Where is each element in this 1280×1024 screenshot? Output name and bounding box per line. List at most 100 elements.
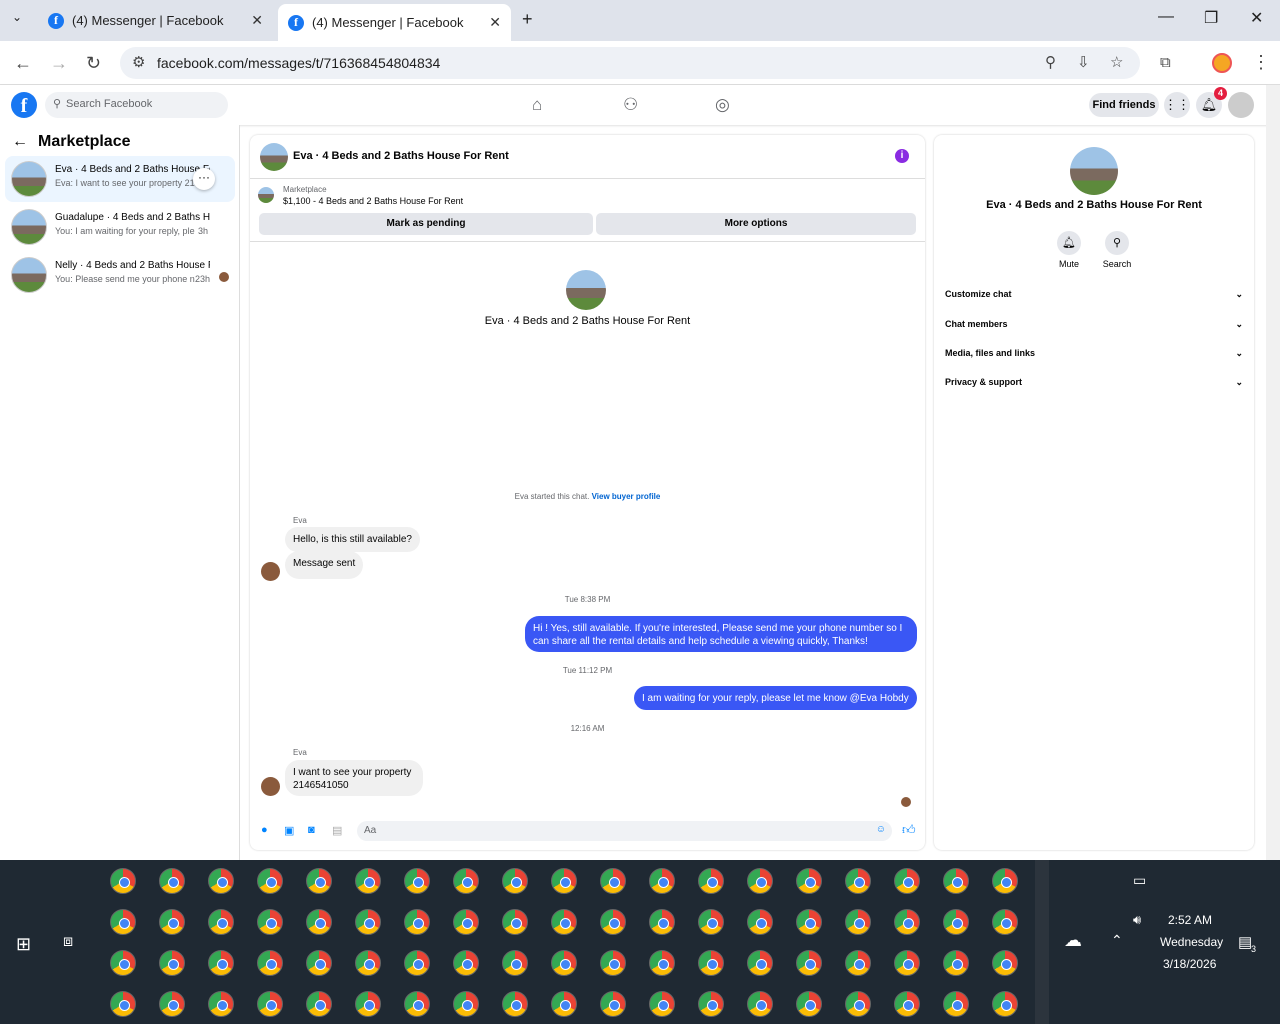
search-chat-button[interactable]: ⚲ Search xyxy=(1092,231,1142,269)
taskbar-app-icon[interactable] xyxy=(257,950,283,976)
taskbar-app-icon[interactable] xyxy=(551,868,577,894)
taskbar-app-icon[interactable] xyxy=(992,909,1018,935)
new-tab-icon[interactable]: + xyxy=(522,9,533,30)
media-files-section[interactable]: Media, files and links ⌄ xyxy=(945,348,1243,358)
taskbar-app-icon[interactable] xyxy=(453,991,479,1017)
taskbar-app-icon[interactable] xyxy=(404,991,430,1017)
windows-start-icon[interactable]: ⊞ xyxy=(16,934,31,955)
home-icon[interactable]: ⌂ xyxy=(532,95,542,115)
message-bubble[interactable]: Hi ! Yes, still available. If you're int… xyxy=(525,616,917,652)
message-bubble[interactable]: Message sent xyxy=(285,551,364,579)
taskbar-app-icon[interactable] xyxy=(355,991,381,1017)
taskbar-app-icon[interactable] xyxy=(453,950,479,976)
taskbar-app-icon[interactable] xyxy=(600,991,626,1017)
close-tab-icon[interactable]: ✕ xyxy=(251,12,263,29)
taskbar-app-icon[interactable] xyxy=(404,950,430,976)
restore-icon[interactable]: ❐ xyxy=(1204,8,1218,28)
conversation-item[interactable]: Guadalupe · 4 Beds and 2 Baths House For… xyxy=(5,204,235,250)
taskbar-app-icon[interactable] xyxy=(551,991,577,1017)
forward-icon[interactable]: → xyxy=(50,53,68,74)
conversation-item[interactable]: Nelly · 4 Beds and 2 Baths House For Ren… xyxy=(5,252,235,298)
taskbar-app-icon[interactable] xyxy=(600,868,626,894)
taskbar-app-icon[interactable] xyxy=(796,950,822,976)
conversation-item[interactable]: Eva · 4 Beds and 2 Baths House For Rent … xyxy=(5,156,235,202)
volume-icon[interactable]: 🔊︎ xyxy=(1133,912,1141,928)
taskbar-app-icon[interactable] xyxy=(502,950,528,976)
taskbar-app-icon[interactable] xyxy=(404,909,430,935)
find-friends-button[interactable]: Find friends xyxy=(1089,93,1159,117)
taskbar-app-icon[interactable] xyxy=(159,991,185,1017)
taskbar-app-icon[interactable] xyxy=(698,868,724,894)
taskbar-app-icon[interactable] xyxy=(502,991,528,1017)
taskbar-app-icon[interactable] xyxy=(159,868,185,894)
message-bubble[interactable]: Hello, is this still available? xyxy=(285,527,420,552)
desktop-icon[interactable]: ▭ xyxy=(1133,872,1146,889)
taskbar-app-icon[interactable] xyxy=(649,950,675,976)
taskbar-app-icon[interactable] xyxy=(551,950,577,976)
sticker-icon[interactable]: ◙ xyxy=(308,824,315,836)
taskbar-app-icon[interactable] xyxy=(796,991,822,1017)
browser-tab-1[interactable]: f (4) Messenger | Facebook ✕ xyxy=(38,6,273,35)
tab-search-icon[interactable]: ⌄ xyxy=(12,10,22,24)
info-icon[interactable]: i xyxy=(895,149,909,163)
taskbar-app-icon[interactable] xyxy=(208,909,234,935)
clock-date[interactable]: 3/18/2026 xyxy=(1163,957,1216,971)
taskbar-app-icon[interactable] xyxy=(110,868,136,894)
taskbar-app-icon[interactable] xyxy=(600,909,626,935)
account-avatar[interactable] xyxy=(1228,92,1254,118)
bookmark-star-icon[interactable]: ☆ xyxy=(1110,53,1123,71)
taskbar-app-icon[interactable] xyxy=(698,950,724,976)
groups-icon[interactable]: ◎ xyxy=(715,95,730,115)
taskbar-app-icon[interactable] xyxy=(453,909,479,935)
taskbar-app-icon[interactable] xyxy=(355,868,381,894)
taskbar-app-icon[interactable] xyxy=(306,950,332,976)
zoom-icon[interactable]: ⚲ xyxy=(1045,53,1056,71)
taskbar-app-icon[interactable] xyxy=(894,950,920,976)
browser-tab-2[interactable]: f (4) Messenger | Facebook ✕ xyxy=(278,4,511,41)
taskbar-app-icon[interactable] xyxy=(796,909,822,935)
page-scrollbar[interactable] xyxy=(1266,85,1280,860)
menu-dots-icon[interactable]: ⋮ xyxy=(1252,52,1270,73)
taskbar-app-icon[interactable] xyxy=(943,909,969,935)
message-bubble[interactable]: I want to see your property 2146541050 xyxy=(285,760,423,796)
taskbar-app-icon[interactable] xyxy=(649,991,675,1017)
install-icon[interactable]: ⇩ xyxy=(1077,53,1090,71)
search-input[interactable]: ⚲ Search Facebook xyxy=(45,92,228,118)
taskbar-app-icon[interactable] xyxy=(306,909,332,935)
taskbar-app-icon[interactable] xyxy=(894,991,920,1017)
taskbar-app-icon[interactable] xyxy=(992,868,1018,894)
taskbar-app-icon[interactable] xyxy=(257,909,283,935)
taskbar-app-icon[interactable] xyxy=(551,909,577,935)
photo-icon[interactable]: ▣ xyxy=(284,824,294,837)
site-info-icon[interactable]: ⚙ xyxy=(132,53,145,71)
taskbar-scrollbar[interactable] xyxy=(1035,860,1049,1024)
weather-icon[interactable]: ☁ xyxy=(1064,930,1082,951)
taskbar-app-icon[interactable] xyxy=(747,868,773,894)
taskbar-app-icon[interactable] xyxy=(306,868,332,894)
gif-icon[interactable]: ▤ xyxy=(332,824,342,837)
profile-icon[interactable] xyxy=(1212,53,1232,73)
taskbar-app-icon[interactable] xyxy=(845,868,871,894)
taskbar-app-icon[interactable] xyxy=(698,909,724,935)
taskbar-app-icon[interactable] xyxy=(943,991,969,1017)
mark-pending-button[interactable]: Mark as pending xyxy=(259,213,593,235)
taskbar-app-icon[interactable] xyxy=(845,991,871,1017)
taskbar-app-icon[interactable] xyxy=(257,868,283,894)
taskbar-app-icon[interactable] xyxy=(943,868,969,894)
taskbar-app-icon[interactable] xyxy=(453,868,479,894)
like-icon[interactable]: 👍︎ xyxy=(902,822,916,838)
taskbar-app-icon[interactable] xyxy=(355,950,381,976)
taskbar-app-icon[interactable] xyxy=(747,909,773,935)
taskbar-app-icon[interactable] xyxy=(306,991,332,1017)
customize-chat-section[interactable]: Customize chat ⌄ xyxy=(945,289,1243,299)
emoji-icon[interactable]: ☺ xyxy=(876,824,886,835)
task-view-icon[interactable]: ⧈ xyxy=(63,933,73,951)
friends-icon[interactable]: ⚇ xyxy=(623,95,638,115)
taskbar-app-icon[interactable] xyxy=(992,950,1018,976)
clock-time[interactable]: 2:52 AM xyxy=(1168,913,1212,927)
taskbar-app-icon[interactable] xyxy=(943,950,969,976)
taskbar-app-icon[interactable] xyxy=(355,909,381,935)
taskbar-app-icon[interactable] xyxy=(600,950,626,976)
more-options-button[interactable]: More options xyxy=(596,213,916,235)
chevron-up-icon[interactable]: ⌃ xyxy=(1111,932,1123,949)
